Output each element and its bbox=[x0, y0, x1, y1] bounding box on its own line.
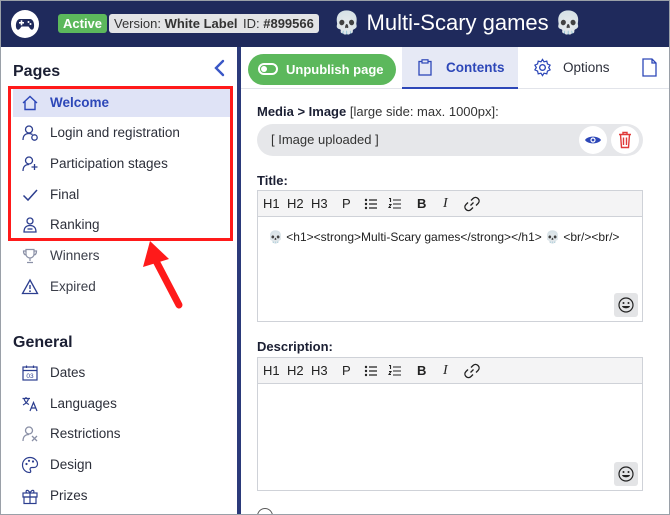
bold-button[interactable]: B bbox=[417, 363, 426, 378]
id-value: #899566 bbox=[263, 16, 314, 31]
emoji-icon bbox=[618, 466, 634, 482]
tab-options-label: Options bbox=[563, 60, 610, 75]
numbered-list-icon[interactable] bbox=[388, 364, 402, 378]
document-icon bbox=[642, 58, 657, 77]
image-upload-field[interactable]: [ Image uploaded ] bbox=[257, 124, 643, 156]
bullet-list-icon[interactable] bbox=[364, 197, 378, 211]
sidebar-item-languages[interactable]: Languages bbox=[13, 390, 231, 418]
sidebar-item-expired[interactable]: Expired bbox=[13, 273, 231, 301]
id-prefix: ID: bbox=[243, 16, 264, 31]
title-label: Title: bbox=[257, 173, 288, 188]
media-hint: [large side: max. 1000px]: bbox=[349, 104, 499, 119]
emoji-button[interactable] bbox=[614, 462, 638, 486]
image-field-value: [ Image uploaded ] bbox=[271, 132, 379, 147]
sidebar-item-label: Restrictions bbox=[50, 426, 121, 441]
version-value: White Label bbox=[164, 16, 238, 31]
gamepad-icon[interactable] bbox=[11, 10, 39, 38]
app-frame: Active Version: White Label ID: #899566 … bbox=[0, 0, 670, 515]
app-title: 💀 Multi-Scary games 💀 bbox=[333, 10, 583, 35]
sidebar-item-label: Winners bbox=[50, 248, 100, 263]
media-label-text: Media > Image bbox=[257, 104, 347, 119]
sidebar-item-label: Languages bbox=[50, 396, 117, 411]
annotation-arrow-icon bbox=[143, 241, 183, 309]
collapse-sidebar-button[interactable] bbox=[213, 59, 225, 80]
general-section-title: General bbox=[13, 334, 73, 351]
calendar-icon: 03 bbox=[22, 365, 38, 381]
eye-icon bbox=[585, 136, 601, 144]
h1-button[interactable]: H1 bbox=[263, 363, 280, 378]
emoji-button[interactable] bbox=[614, 293, 638, 317]
tab-options[interactable]: Options bbox=[520, 47, 630, 89]
description-editor[interactable]: H1 H2 H3 P B I bbox=[257, 357, 643, 491]
bullet-list-icon[interactable] bbox=[364, 364, 378, 378]
link-icon[interactable] bbox=[464, 196, 480, 212]
user-restrict-icon bbox=[22, 426, 38, 442]
tab-contents-label: Contents bbox=[446, 60, 505, 75]
title-editor[interactable]: H1 H2 H3 P B I 💀 <h1><strong>Multi-Scary… bbox=[257, 190, 643, 322]
sidebar-item-dates[interactable]: 03 Dates bbox=[13, 359, 231, 387]
tab-contents[interactable]: Contents bbox=[402, 47, 518, 89]
top-bar: Active Version: White Label ID: #899566 … bbox=[1, 1, 669, 47]
italic-button[interactable]: I bbox=[443, 196, 448, 212]
emoji-icon bbox=[618, 297, 634, 313]
h1-button[interactable]: H1 bbox=[263, 196, 280, 211]
sidebar-item-label: Design bbox=[50, 457, 93, 472]
link-icon[interactable] bbox=[464, 363, 480, 379]
sidebar-item-design[interactable]: Design bbox=[13, 451, 231, 479]
version-prefix: Version: bbox=[114, 16, 165, 31]
paragraph-button[interactable]: P bbox=[342, 196, 351, 211]
toggle-icon bbox=[258, 63, 278, 75]
sidebar-item-prizes[interactable]: Prizes bbox=[13, 482, 231, 510]
paragraph-button[interactable]: P bbox=[342, 363, 351, 378]
h2-button[interactable]: H2 bbox=[287, 196, 304, 211]
clipboard-icon bbox=[418, 59, 432, 76]
annotation-highlight-box bbox=[8, 86, 233, 241]
unpublish-button-label: Unpublish page bbox=[286, 62, 384, 77]
palette-icon bbox=[21, 456, 39, 474]
preview-image-button[interactable] bbox=[579, 126, 607, 154]
numbered-list-icon[interactable] bbox=[388, 197, 402, 211]
sidebar-item-label: Expired bbox=[50, 279, 96, 294]
pages-section-title: Pages bbox=[13, 63, 61, 80]
bold-button[interactable]: B bbox=[417, 196, 426, 211]
h2-button[interactable]: H2 bbox=[287, 363, 304, 378]
trophy-icon bbox=[22, 248, 38, 264]
warning-icon bbox=[21, 278, 39, 295]
calendar-day: 03 bbox=[26, 373, 34, 380]
version-badge: Version: White Label bbox=[109, 14, 243, 33]
title-editor-text[interactable]: 💀 <h1><strong>Multi-Scary games</strong>… bbox=[268, 229, 630, 246]
status-badge: Active bbox=[58, 14, 108, 33]
delete-image-button[interactable] bbox=[611, 126, 639, 154]
trash-icon bbox=[619, 131, 631, 149]
gift-icon bbox=[22, 489, 38, 505]
translate-icon bbox=[22, 397, 38, 412]
italic-button[interactable]: I bbox=[443, 363, 448, 379]
media-label: Media > Image [large side: max. 1000px]: bbox=[257, 104, 499, 119]
description-label: Description: bbox=[257, 339, 333, 354]
unpublish-button[interactable]: Unpublish page bbox=[248, 54, 396, 85]
sidebar-item-winners[interactable]: Winners bbox=[13, 242, 231, 270]
description-editor-toolbar: H1 H2 H3 P B I bbox=[258, 358, 642, 384]
tab-more[interactable] bbox=[633, 47, 669, 89]
title-editor-toolbar: H1 H2 H3 P B I bbox=[258, 191, 642, 217]
sidebar-item-label: Prizes bbox=[50, 488, 88, 503]
gear-icon bbox=[534, 58, 551, 77]
sidebar-item-label: Dates bbox=[50, 365, 86, 380]
chevron-left-icon bbox=[214, 59, 225, 77]
h3-button[interactable]: H3 bbox=[311, 363, 328, 378]
id-badge: ID: #899566 bbox=[238, 14, 319, 33]
h3-button[interactable]: H3 bbox=[311, 196, 328, 211]
sidebar-item-restrictions[interactable]: Restrictions bbox=[13, 420, 231, 448]
